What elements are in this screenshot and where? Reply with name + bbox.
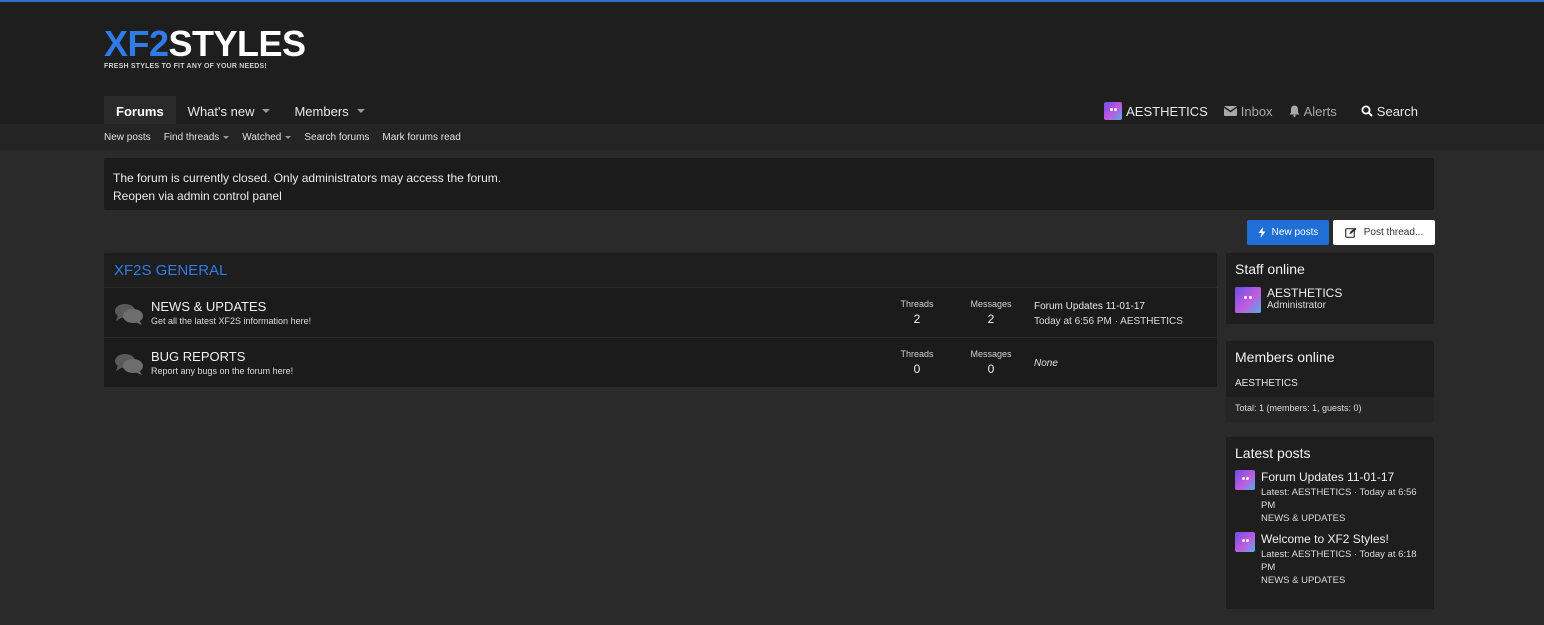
logo-part2: STYLES (168, 23, 307, 64)
latest-post-title[interactable]: Welcome to XF2 Styles! (1261, 532, 1433, 546)
latest-posts-widget: Latest posts Forum Updates 11-01-17 Late… (1226, 437, 1434, 609)
search-icon (1361, 105, 1373, 117)
latest-post-forum[interactable]: NEWS & UPDATES (1261, 575, 1433, 586)
forum-title-bug-reports[interactable]: BUG REPORTS (151, 349, 245, 364)
staff-online-title: Staff online (1235, 261, 1305, 277)
subnav-watched-label: Watched (242, 131, 282, 143)
tab-whats-new[interactable]: What's new (176, 96, 283, 126)
tab-members-label: Members (294, 103, 349, 119)
chevron-down-icon (223, 135, 230, 139)
threads-label: Threads (900, 299, 934, 309)
latest-post-title[interactable]: Forum Updates 11-01-17 (1261, 470, 1433, 484)
action-buttons: New posts Post thread... (1247, 220, 1435, 245)
notice-line-1: The forum is currently closed. Only admi… (113, 171, 502, 185)
logo-tagline: FRESH STYLES TO FIT ANY OF YOUR NEEDS! (104, 63, 267, 70)
staff-username[interactable]: AESTHETICS (1267, 287, 1342, 300)
account-username: AESTHETICS (1126, 103, 1208, 119)
inbox-label: Inbox (1240, 103, 1273, 119)
last-post-title[interactable]: Forum Updates 11-01-17 (1034, 301, 1183, 312)
post-thread-button-label: Post thread... (1363, 227, 1424, 238)
sub-nav: New posts Find threads Watched Search fo… (0, 124, 1544, 150)
main-nav: Forums What's new Members (104, 96, 377, 126)
subnav-mark-forums-read[interactable]: Mark forums read (382, 132, 460, 143)
edit-icon (1344, 227, 1357, 238)
forum-list: XF2S GENERAL NEWS & UPDATES Get all the … (104, 253, 1217, 387)
forum-chat-icon (115, 354, 143, 375)
alerts-link[interactable]: Alerts (1281, 104, 1345, 119)
members-online-total: Total: 1 (members: 1, guests: 0) (1226, 397, 1434, 422)
messages-label: Messages (970, 299, 1012, 309)
logo-part1: XF2 (104, 23, 169, 64)
latest-post-meta: Latest: AESTHETICS · Today at 6:18 PM (1261, 549, 1417, 573)
subnav-search-forums[interactable]: Search forums (304, 132, 369, 143)
latest-posts-title: Latest posts (1235, 445, 1311, 461)
last-post: Forum Updates 11-01-17 Today at 6:56 PM … (1034, 301, 1183, 327)
category-title: XF2S GENERAL (114, 261, 228, 279)
staff-role: Administrator (1267, 300, 1326, 311)
threads-stat: Threads 0 (887, 349, 947, 376)
avatar[interactable] (1235, 470, 1255, 490)
latest-post-forum[interactable]: NEWS & UPDATES (1261, 513, 1433, 524)
subnav-new-posts-label: New posts (104, 131, 151, 143)
messages-count: 0 (987, 362, 995, 376)
forum-closed-notice: The forum is currently closed. Only admi… (104, 158, 1434, 210)
inbox-link[interactable]: Inbox (1216, 104, 1281, 119)
subnav-new-posts[interactable]: New posts (104, 132, 151, 143)
threads-label: Threads (900, 349, 934, 359)
forum-node: BUG REPORTS Report any bugs on the forum… (104, 337, 1217, 387)
messages-label: Messages (970, 349, 1012, 359)
threads-stat: Threads 2 (887, 299, 947, 326)
bell-icon (1289, 105, 1300, 117)
chevron-down-icon (285, 135, 292, 139)
latest-post-item: Forum Updates 11-01-17 Latest: AESTHETIC… (1226, 470, 1434, 524)
threads-count: 2 (913, 312, 921, 326)
chevron-down-icon (262, 109, 271, 113)
messages-count: 2 (987, 312, 995, 326)
tab-whats-new-label: What's new (187, 103, 255, 119)
avatar[interactable] (1235, 532, 1255, 552)
account-link[interactable]: AESTHETICS (1096, 102, 1216, 120)
search-link[interactable]: Search (1353, 104, 1426, 119)
subnav-search-forums-label: Search forums (304, 131, 370, 143)
members-online-list[interactable]: AESTHETICS (1226, 371, 1434, 397)
search-label: Search (1376, 103, 1418, 119)
new-posts-button-label: New posts (1271, 227, 1319, 238)
members-online-widget: Members online AESTHETICS Total: 1 (memb… (1226, 341, 1434, 422)
subnav-watched[interactable]: Watched (242, 131, 292, 143)
site-header: XF2STYLES FRESH STYLES TO FIT ANY OF YOU… (0, 2, 1544, 126)
new-posts-button[interactable]: New posts (1247, 220, 1329, 245)
latest-post-item: Welcome to XF2 Styles! Latest: AESTHETIC… (1226, 532, 1434, 586)
site-logo[interactable]: XF2STYLES FRESH STYLES TO FIT ANY OF YOU… (104, 26, 344, 74)
chevron-down-icon (356, 109, 365, 113)
tab-forums-label: Forums (116, 103, 164, 119)
user-nav: AESTHETICS Inbox Alerts Search (1096, 96, 1426, 126)
forum-description: Get all the latest XF2S information here… (151, 316, 312, 326)
category-header[interactable]: XF2S GENERAL (104, 253, 1217, 287)
forum-title-news[interactable]: NEWS & UPDATES (151, 299, 266, 314)
messages-stat: Messages 2 (961, 299, 1021, 326)
envelope-icon (1223, 106, 1237, 116)
threads-count: 0 (913, 362, 921, 376)
forum-chat-icon (115, 304, 143, 325)
bolt-icon (1258, 227, 1266, 238)
avatar[interactable] (1235, 287, 1261, 313)
avatar (1104, 102, 1123, 120)
alerts-label: Alerts (1303, 103, 1337, 119)
last-post-none: None (1034, 358, 1058, 369)
notice-line-2: Reopen via admin control panel (113, 189, 282, 203)
staff-online-widget: Staff online AESTHETICS Administrator (1226, 253, 1434, 324)
forum-description: Report any bugs on the forum here! (151, 366, 294, 376)
forum-node: NEWS & UPDATES Get all the latest XF2S i… (104, 287, 1217, 337)
messages-stat: Messages 0 (961, 349, 1021, 376)
subnav-find-threads-label: Find threads (163, 131, 220, 143)
tab-forums[interactable]: Forums (104, 96, 176, 126)
last-post-meta: Today at 6:56 PM · AESTHETICS (1034, 316, 1183, 327)
subnav-find-threads[interactable]: Find threads (164, 132, 230, 143)
latest-post-meta: Latest: AESTHETICS · Today at 6:56 PM (1261, 487, 1417, 511)
members-online-title: Members online (1235, 349, 1335, 365)
tab-members[interactable]: Members (282, 96, 376, 126)
subnav-mark-read-label: Mark forums read (382, 131, 461, 143)
post-thread-button[interactable]: Post thread... (1333, 220, 1435, 245)
